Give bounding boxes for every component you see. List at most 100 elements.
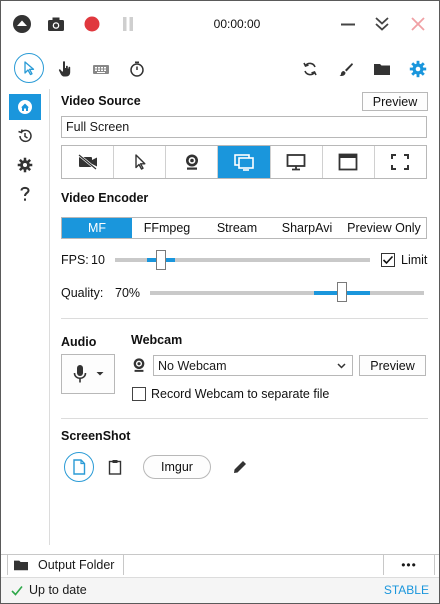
tool-clicks-button[interactable] <box>51 55 79 83</box>
recording-timer: 00:00:00 <box>213 17 261 31</box>
checkmark-icon <box>382 255 394 265</box>
imgur-button[interactable]: Imgur <box>143 455 211 479</box>
record-button[interactable] <box>79 11 105 37</box>
source-monitor-button[interactable] <box>271 146 323 178</box>
clipboard-icon <box>108 460 122 475</box>
quality-label: Quality: <box>61 286 104 300</box>
fps-slider-thumb[interactable] <box>155 250 166 270</box>
cursor-icon <box>24 61 35 76</box>
folder-button[interactable] <box>368 55 396 83</box>
screenshot-editor-button[interactable] <box>229 456 251 478</box>
sidebar-item-home[interactable] <box>9 94 41 120</box>
tool-bar <box>1 49 439 87</box>
video-source-title: Video Source <box>61 94 141 108</box>
limit-checkbox[interactable] <box>381 253 395 267</box>
check-icon <box>11 585 23 596</box>
screen-icon <box>234 154 254 171</box>
video-source-field[interactable]: Full Screen <box>61 116 427 138</box>
tab-stream[interactable]: Stream <box>202 218 272 238</box>
encoder-tabs: MF FFmpeg Stream SharpAvi Preview Only <box>61 217 427 239</box>
output-folder-button[interactable]: Output Folder <box>7 555 124 575</box>
screenshot-button[interactable] <box>43 11 69 37</box>
refresh-icon <box>303 62 317 76</box>
video-encoder-title: Video Encoder <box>61 191 149 205</box>
source-no-video-button[interactable] <box>62 146 115 178</box>
webcam-preview-button[interactable]: Preview <box>359 355 426 376</box>
webcam-title: Webcam <box>131 333 183 347</box>
audio-title: Audio <box>61 335 97 349</box>
folder-icon <box>14 560 28 571</box>
gear-icon <box>17 157 33 173</box>
minimize-icon <box>341 23 355 26</box>
quality-slider-thumb[interactable] <box>336 282 347 302</box>
screenshot-title: ScreenShot <box>61 429 131 443</box>
source-webcam-button[interactable] <box>166 146 219 178</box>
microphone-dropdown[interactable] <box>61 354 115 394</box>
source-window-button[interactable] <box>323 146 375 178</box>
output-more-button[interactable]: ••• <box>383 555 435 575</box>
brush-button[interactable] <box>332 55 360 83</box>
fullscreen-icon <box>391 154 410 170</box>
minimize-to-tray-button[interactable] <box>369 11 395 37</box>
double-chevron-down-icon <box>375 17 389 31</box>
title-bar: 00:00:00 <box>1 1 439 47</box>
hand-pointer-icon <box>58 61 71 77</box>
stopwatch-icon <box>130 61 144 77</box>
gear-icon <box>409 60 427 78</box>
screenshot-save-file-button[interactable] <box>64 452 94 482</box>
quality-slider-track <box>150 291 424 295</box>
quality-value: 70% <box>115 286 141 300</box>
monitor-icon <box>286 154 306 171</box>
sidebar-item-help[interactable] <box>9 181 41 207</box>
tool-keystrokes-button[interactable] <box>87 55 115 83</box>
tab-sharpavi[interactable]: SharpAvi <box>272 218 342 238</box>
close-icon <box>411 17 425 31</box>
update-status-text: Up to date <box>29 583 87 597</box>
camera-icon <box>48 17 64 31</box>
webcam-select-value: No Webcam <box>158 358 227 373</box>
output-path-field[interactable] <box>124 555 383 575</box>
webcam-icon <box>185 154 198 170</box>
release-channel[interactable]: STABLE <box>384 583 429 597</box>
tab-mf[interactable]: MF <box>62 218 132 238</box>
record-webcam-separate-checkbox[interactable] <box>132 387 146 401</box>
refresh-button[interactable] <box>296 55 324 83</box>
settings-button[interactable] <box>404 55 432 83</box>
divider <box>61 418 428 419</box>
app-window: 00:00:00 Video Source Preview Full Scree… <box>0 0 440 604</box>
limit-label: Limit <box>401 253 428 267</box>
video-source-preview-button[interactable]: Preview <box>362 92 428 111</box>
divider <box>61 318 428 319</box>
home-icon <box>18 100 32 114</box>
tab-preview-only[interactable]: Preview Only <box>342 218 426 238</box>
source-screen-button[interactable] <box>218 146 271 178</box>
sidebar-item-history[interactable] <box>9 123 41 149</box>
brush-icon <box>339 63 353 76</box>
keyboard-icon <box>93 65 109 74</box>
history-icon <box>18 129 32 143</box>
source-region-button[interactable] <box>114 146 167 178</box>
tool-pointer-button[interactable] <box>14 53 44 83</box>
menu-collapse-button[interactable] <box>9 11 35 37</box>
folder-icon <box>374 64 390 75</box>
tab-ffmpeg[interactable]: FFmpeg <box>132 218 202 238</box>
output-folder-label: Output Folder <box>38 558 115 572</box>
source-fullscreen-button[interactable] <box>375 146 426 178</box>
record-icon <box>84 16 100 32</box>
close-button[interactable] <box>405 11 431 37</box>
status-bar: Up to date STABLE <box>1 577 439 603</box>
file-icon <box>73 459 86 475</box>
record-webcam-separate-label: Record Webcam to separate file <box>151 387 330 401</box>
screenshot-clipboard-button[interactable] <box>103 456 127 478</box>
help-icon <box>20 186 30 201</box>
window-icon <box>338 153 358 171</box>
chevron-down-icon <box>337 362 346 369</box>
output-bar: Output Folder ••• <box>1 554 439 575</box>
sidebar <box>1 89 50 545</box>
webcam-select[interactable]: No Webcam <box>153 355 353 376</box>
pause-button[interactable] <box>115 11 141 37</box>
sidebar-item-settings[interactable] <box>9 152 41 178</box>
minimize-button[interactable] <box>335 11 361 37</box>
video-source-selector <box>61 145 427 179</box>
tool-timer-button[interactable] <box>123 55 151 83</box>
